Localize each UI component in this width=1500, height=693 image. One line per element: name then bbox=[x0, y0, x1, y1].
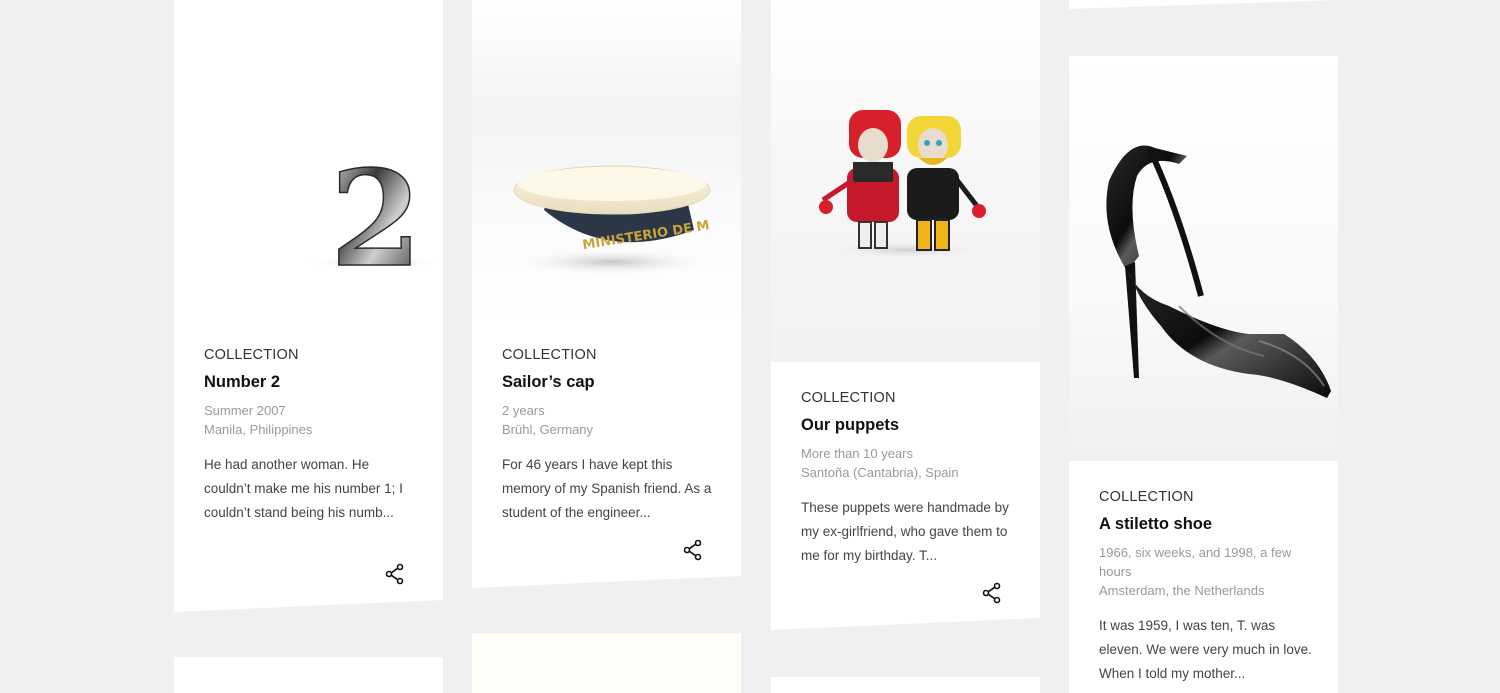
svg-text:2: 2 bbox=[330, 142, 422, 297]
collection-card-partial[interactable] bbox=[472, 633, 741, 693]
card-category: COLLECTION bbox=[204, 347, 299, 363]
collection-card-number-2[interactable]: 2 COLLECTION Number 2 Summer 2007 Manila… bbox=[174, 0, 443, 612]
card-location: Manila, Philippines bbox=[204, 422, 313, 437]
card-image[interactable] bbox=[1069, 56, 1338, 461]
collection-card-sailors-cap[interactable]: MINISTERIO DE M COLLECTION Sailor’s cap … bbox=[472, 0, 741, 588]
card-category: COLLECTION bbox=[502, 347, 597, 363]
card-category: COLLECTION bbox=[1099, 489, 1194, 505]
card-title[interactable]: A stiletto shoe bbox=[1099, 515, 1312, 534]
card-image[interactable]: 2 bbox=[174, 0, 443, 320]
card-excerpt: For 46 years I have kept this memory of … bbox=[502, 457, 712, 520]
card-image[interactable] bbox=[771, 0, 1040, 362]
share-icon bbox=[683, 539, 702, 561]
sailors-cap-image: MINISTERIO DE M bbox=[472, 0, 741, 320]
card-excerpt: It was 1959, I was ten, T. was eleven. W… bbox=[1099, 618, 1312, 681]
card-image[interactable]: MINISTERIO DE M bbox=[472, 0, 741, 320]
card-title[interactable]: Our puppets bbox=[801, 416, 1014, 435]
card-excerpt: These puppets were handmade by my ex-gir… bbox=[801, 500, 1009, 563]
card-location: Amsterdam, the Netherlands bbox=[1099, 583, 1265, 598]
share-button[interactable] bbox=[682, 539, 704, 561]
card-slant bbox=[771, 618, 1040, 630]
card-location: Brühl, Germany bbox=[502, 422, 594, 437]
card-excerpt: He had another woman. He couldn’t make m… bbox=[204, 457, 403, 520]
card-slant bbox=[1069, 0, 1338, 9]
share-button[interactable] bbox=[384, 563, 406, 585]
share-icon bbox=[982, 582, 1001, 604]
card-duration: Summer 2007 bbox=[204, 403, 286, 418]
card-slant bbox=[472, 576, 741, 588]
collection-card-partial[interactable] bbox=[1069, 0, 1338, 9]
card-meta: 2 years Brühl, Germany bbox=[502, 401, 715, 439]
card-meta: Summer 2007 Manila, Philippines bbox=[204, 401, 417, 439]
number-2-image: 2 bbox=[304, 141, 443, 298]
card-location: Santoña (Cantabria), Spain bbox=[801, 465, 959, 480]
card-title[interactable]: Number 2 bbox=[204, 373, 417, 392]
collection-card-stiletto-shoe[interactable]: COLLECTION A stiletto shoe 1966, six wee… bbox=[1069, 56, 1338, 693]
card-category: COLLECTION bbox=[801, 390, 896, 406]
collection-card-our-puppets[interactable]: COLLECTION Our puppets More than 10 year… bbox=[771, 0, 1040, 630]
card-meta: 1966, six weeks, and 1998, a few hours A… bbox=[1099, 543, 1312, 600]
share-button[interactable] bbox=[981, 582, 1003, 604]
collection-card-partial[interactable] bbox=[174, 657, 443, 693]
share-icon bbox=[385, 563, 404, 585]
collection-card-partial[interactable] bbox=[771, 677, 1040, 693]
card-title[interactable]: Sailor’s cap bbox=[502, 373, 715, 392]
puppets-image bbox=[771, 0, 1040, 362]
card-meta: More than 10 years Santoña (Cantabria), … bbox=[801, 444, 1014, 482]
card-slant bbox=[174, 600, 443, 612]
card-duration: 1966, six weeks, and 1998, a few hours bbox=[1099, 545, 1292, 579]
card-duration: More than 10 years bbox=[801, 446, 914, 461]
card-duration: 2 years bbox=[502, 403, 545, 418]
stiletto-shoe-image bbox=[1069, 56, 1338, 461]
